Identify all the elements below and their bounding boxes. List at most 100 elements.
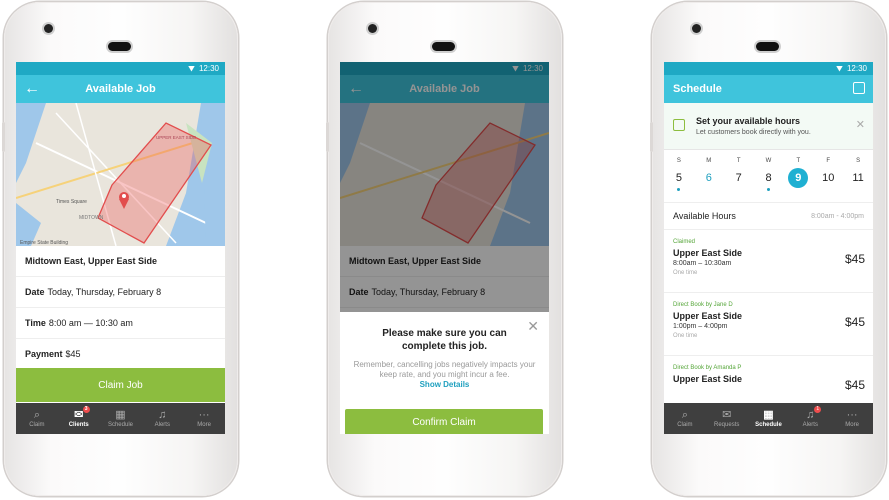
confirm-claim-button[interactable]: Confirm Claim [345,409,543,434]
tab-label: Claim [29,422,45,428]
job-frequency: One time [673,270,698,276]
job-price: $45 [844,315,865,329]
side-button [326,122,329,152]
job-location: Upper East Side [673,311,743,321]
show-details-link[interactable]: Show Details [340,380,549,389]
job-date: Date Today, Thursday, February 8 [16,277,225,308]
map[interactable]: Times Square Empire State Building MIDTO… [16,103,225,246]
job-time: Time 8:00 am — 10:30 am [16,308,225,339]
tab-label: Requests [714,422,740,428]
map-label-upper-east-side: UPPER EAST SIDE [156,135,196,140]
notification-badge: 3 [82,406,90,413]
phone-2: 12:30 ← Available Job Midtown East, Uppe… [326,2,562,496]
screen: 12:30 ← Available Job Midtown East, Uppe… [340,62,549,434]
tab-claim[interactable]: ⌕ Claim [664,403,706,434]
tab-claim[interactable]: ⌕ Claim [16,403,58,434]
page-title: Available Job [85,83,156,95]
day-5[interactable]: 5 [664,172,694,196]
tab-alerts[interactable]: ♫ 1 Alerts [789,403,831,434]
tab-alerts[interactable]: ♫ Alerts [141,403,183,434]
search-icon: ⌕ [33,409,40,421]
phone-1: 12:30 ← Available Job Times Square Empir… [2,2,238,496]
status-time: 12:30 [198,64,219,73]
bell-icon: ♫ [158,409,167,421]
location-text: Midtown East, Upper East Side [25,256,158,266]
phone-3: 12:30 Schedule Set your available hours … [650,2,886,496]
day-9-selected[interactable]: 9 [783,168,813,196]
day-6[interactable]: 6 [694,172,724,196]
map-label-midtown: MIDTOWN [79,215,104,221]
claim-job-button[interactable]: Claim Job [16,368,225,402]
job-time: 8:00am – 10:30am [673,260,732,267]
day-8[interactable]: 8 [754,172,784,196]
tab-requests[interactable]: ✉ Requests [706,403,748,434]
tab-label: More [845,422,859,428]
job-price: $45 [844,378,865,392]
status-bar: 12:30 [16,62,225,75]
page-title: Schedule [673,83,722,95]
job-time: 1:00pm – 4:00pm [673,323,728,330]
available-hours-row[interactable]: Available Hours 8:00am - 4:00pm [664,202,873,230]
wifi-icon [187,65,195,72]
app-bar: ← Available Job [16,75,225,103]
side-button [650,122,653,152]
camera-icon [44,24,53,33]
tab-clients[interactable]: ✉ 3 Clients [58,403,100,434]
tab-label: Clients [68,422,89,428]
job-tag: Claimed [673,239,696,245]
time-value: 8:00 am — 10:30 am [48,318,133,328]
date-label: Date [25,287,45,297]
selected-day-number: 9 [788,168,809,188]
job-card[interactable]: Direct Book by Jane D Upper East Side 1:… [664,293,873,356]
close-icon[interactable]: ✕ [856,118,865,131]
weekday: S [856,158,861,164]
confirm-dialog: ✕ Please make sure you can complete this… [340,312,549,434]
tab-label: More [197,422,211,428]
date-picker: 5 6 7 8 9 10 11 [664,164,873,196]
weekday: W [765,158,772,164]
tab-label: Alerts [154,422,170,428]
screen: 12:30 Schedule Set your available hours … [664,62,873,434]
payment-label: Payment [25,349,63,359]
bell-icon: ♫ [806,409,815,421]
close-icon[interactable]: ✕ [527,318,539,335]
tab-schedule[interactable]: ▦ Schedule [748,403,790,434]
back-arrow-icon[interactable]: ← [24,81,40,97]
more-icon: ··· [846,409,858,421]
envelope-icon: ✉ [722,409,732,421]
banner-title: Set your available hours [696,116,801,126]
weekday: T [736,158,741,164]
job-location: Midtown East, Upper East Side [16,246,225,277]
tab-more[interactable]: ··· More [183,403,225,434]
available-hours-banner[interactable]: Set your available hours Let customers b… [664,103,873,150]
tab-schedule[interactable]: ▦ Schedule [100,403,142,434]
dialog-title: Please make sure you can complete this j… [382,328,507,352]
calendar-check-icon[interactable] [853,82,865,94]
dialog-body: Remember, cancelling jobs negatively imp… [353,360,536,379]
tab-more[interactable]: ··· More [831,403,873,434]
day-7[interactable]: 7 [724,172,754,196]
job-payment: Payment $45 [16,339,225,370]
app-bar: Schedule [664,75,873,103]
day-11[interactable]: 11 [843,172,873,196]
camera-icon [368,24,377,33]
speaker-icon [756,42,779,51]
date-value: Today, Thursday, February 8 [47,287,162,297]
available-hours-value: 8:00am - 4:00pm [811,212,864,220]
notification-badge: 1 [814,406,822,413]
side-button [2,122,5,152]
status-time: 12:30 [846,64,867,73]
day-10[interactable]: 10 [813,172,843,196]
tab-bar: ⌕ Claim ✉ 3 Clients ▦ Schedule ♫ Alerts ··· Mo… [16,403,225,434]
weekday: T [796,158,801,164]
job-price: $45 [844,252,865,266]
banner-subtitle: Let customers book directly with you. [696,129,811,136]
job-tag: Direct Book by Jane D [673,302,733,308]
wifi-icon [835,65,843,72]
modal-overlay[interactable] [340,62,549,312]
job-card[interactable]: Claimed Upper East Side 8:00am – 10:30am… [664,230,873,293]
calendar-icon: ▦ [115,409,126,421]
speaker-icon [108,42,131,51]
screen: 12:30 ← Available Job Times Square Empir… [16,62,225,434]
search-icon: ⌕ [681,409,688,421]
